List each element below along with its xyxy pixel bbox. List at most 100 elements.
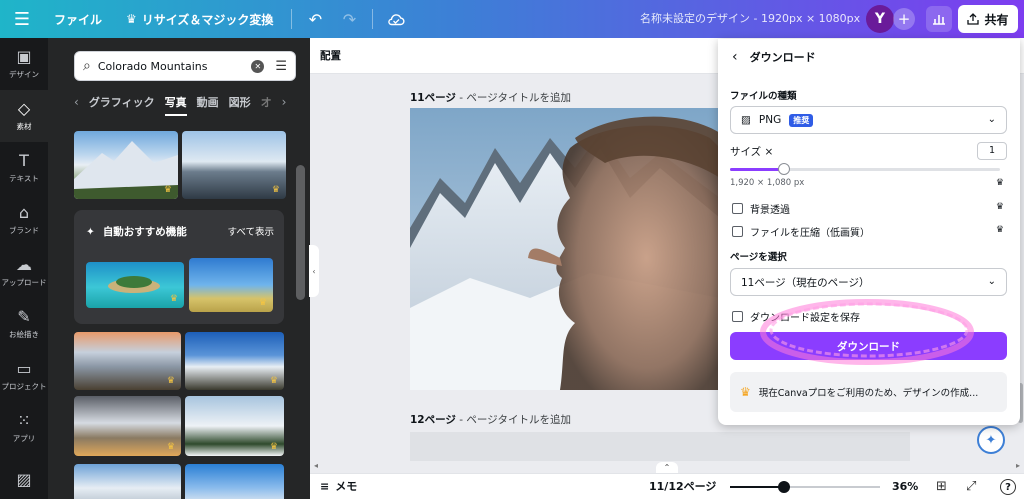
rail-item-design[interactable]: ▣ デザイン xyxy=(0,38,48,90)
photo-thumbnail[interactable]: ♛ xyxy=(189,258,273,312)
page-title[interactable]: 11ページ - ページタイトルを追加 xyxy=(410,90,571,105)
size-slider-fill xyxy=(730,168,784,171)
chevron-up-icon[interactable]: ⌃ xyxy=(656,462,678,473)
share-button[interactable]: 共有 xyxy=(958,5,1018,33)
photo-thumbnail[interactable]: ♛ xyxy=(185,396,284,456)
avatar[interactable]: Y xyxy=(866,5,894,33)
tab-videos[interactable]: 動画 xyxy=(197,94,219,110)
panel-scrollbar[interactable] xyxy=(296,165,305,300)
rail-item-upload[interactable]: ☁ アップロード xyxy=(0,246,48,298)
rail-item-projects[interactable]: ▭ プロジェクト xyxy=(0,350,48,402)
save-settings-option[interactable]: ダウンロード設定を保存 xyxy=(732,309,860,324)
position-button[interactable]: 配置 xyxy=(320,38,341,74)
crown-icon: ♛ xyxy=(269,442,278,452)
transparent-bg-option[interactable]: 背景透過 xyxy=(732,201,790,216)
draw-icon: ✎ xyxy=(17,306,31,326)
pages-select[interactable]: 11ページ（現在のページ） ⌄ xyxy=(730,268,1007,296)
grid-view-icon[interactable]: ⊞ xyxy=(936,474,947,499)
hamburger-icon[interactable]: ☰ xyxy=(0,0,44,38)
crown-icon: ♛ xyxy=(271,185,280,195)
insights-chart-icon[interactable] xyxy=(926,6,952,32)
search-input[interactable] xyxy=(97,59,245,73)
help-icon[interactable]: ? xyxy=(1000,479,1016,495)
search-bar[interactable]: ⌕ ✕ ☰ xyxy=(74,51,296,81)
filter-icon[interactable]: ☰ xyxy=(275,59,287,74)
design-page[interactable] xyxy=(410,432,910,461)
chevron-left-icon[interactable]: ‹ xyxy=(74,95,79,109)
file-type-select[interactable]: ▨ PNG 推奨 ⌄ xyxy=(730,106,1007,134)
zoom-slider-handle[interactable] xyxy=(778,481,790,493)
notes-button[interactable]: ≡ メモ xyxy=(320,474,357,499)
zoom-slider[interactable] xyxy=(730,481,880,493)
tab-shapes[interactable]: 図形 xyxy=(229,94,251,110)
chevron-right-icon[interactable]: › xyxy=(282,95,287,109)
undo-icon[interactable]: ↶ xyxy=(298,0,332,38)
rail-item-draw[interactable]: ✎ お絵描き xyxy=(0,298,48,350)
fullscreen-icon[interactable]: ⤢ xyxy=(966,474,976,499)
notes-icon: ≡ xyxy=(320,480,330,493)
cloud-save-icon[interactable] xyxy=(379,0,413,38)
upload-icon: ☁ xyxy=(16,254,32,274)
download-header: ‹ ダウンロード xyxy=(732,49,816,65)
pro-notice[interactable]: ♛ 現在Canvaプロをご利用のため、デザインの作成... xyxy=(730,372,1007,412)
scroll-right-icon[interactable]: ▸ xyxy=(1016,461,1020,470)
rail-item-apps[interactable]: ⁙ アプリ xyxy=(0,402,48,454)
tab-graphics[interactable]: グラフィック xyxy=(89,94,155,110)
photo-thumbnail[interactable] xyxy=(74,464,181,499)
compress-checkbox[interactable] xyxy=(732,226,743,237)
crown-icon: ♛ xyxy=(995,202,1004,212)
file-menu-button[interactable]: ファイル xyxy=(44,0,114,38)
double-exposure-image xyxy=(410,108,720,390)
download-button[interactable]: ダウンロード xyxy=(730,332,1007,360)
image-icon: ▨ xyxy=(16,470,32,489)
image-icon: ▨ xyxy=(741,114,751,126)
download-panel: ‹ ダウンロード ファイルの種類 ▨ PNG 推奨 ⌄ サイズ × 1 1,92… xyxy=(718,39,1020,425)
zoom-level[interactable]: 36% xyxy=(892,474,918,499)
redo-icon[interactable]: ↷ xyxy=(332,0,366,38)
crown-icon: ♛ xyxy=(166,442,175,452)
see-all-link[interactable]: すべて表示 xyxy=(228,224,274,238)
rail-item-brand[interactable]: ⌂ ブランド xyxy=(0,194,48,246)
photo-thumbnail[interactable]: ♛ xyxy=(86,262,184,308)
crown-icon: ♛ xyxy=(169,294,178,304)
crown-icon: ♛ xyxy=(126,12,137,26)
transparent-bg-checkbox[interactable] xyxy=(732,203,743,214)
page-title[interactable]: 12ページ - ページタイトルを追加 xyxy=(410,412,571,427)
rail-label: アプリ xyxy=(12,433,36,443)
save-settings-checkbox[interactable] xyxy=(732,311,743,322)
crown-icon: ♛ xyxy=(995,225,1004,235)
bottom-bar: ≡ メモ 11/12ページ 36% ⊞ ⤢ ? xyxy=(310,473,1024,499)
rail-label: プロジェクト xyxy=(1,381,47,391)
tab-photos[interactable]: 写真 xyxy=(164,94,187,116)
rail-item-text[interactable]: T テキスト xyxy=(0,142,48,194)
photo-thumbnail[interactable]: ♛ xyxy=(185,332,284,390)
magic-assistant-button[interactable]: ✦ xyxy=(977,426,1005,454)
photo-thumbnail[interactable]: ♛ xyxy=(74,396,181,456)
rail-item-photos[interactable]: ▨ xyxy=(0,454,48,499)
clear-icon[interactable]: ✕ xyxy=(251,59,265,73)
photo-thumbnail[interactable]: ♛ xyxy=(74,131,178,199)
document-title[interactable]: 名称未設定のデザイン - 1920px × 1080px xyxy=(640,0,860,38)
add-collaborator-icon[interactable]: + xyxy=(893,8,915,30)
divider xyxy=(291,9,293,29)
share-label: 共有 xyxy=(984,12,1009,27)
folder-icon: ▭ xyxy=(16,358,32,378)
collapse-panel-button[interactable]: ‹ xyxy=(309,245,319,297)
size-input[interactable]: 1 xyxy=(977,142,1007,160)
divider xyxy=(372,9,374,29)
resize-magic-button[interactable]: ♛ リサイズ＆マジック変換 xyxy=(114,0,285,38)
photo-thumbnail[interactable]: ♛ xyxy=(74,332,181,390)
compress-option[interactable]: ファイルを圧縮（低画質） xyxy=(732,224,870,239)
size-slider[interactable] xyxy=(730,163,1000,175)
crown-icon: ♛ xyxy=(166,376,175,386)
back-chevron-icon[interactable]: ‹ xyxy=(732,49,738,65)
tab-more[interactable]: オ xyxy=(261,94,272,110)
size-slider-handle[interactable] xyxy=(778,163,790,175)
photo-thumbnail[interactable]: ♛ xyxy=(182,131,286,199)
scroll-left-icon[interactable]: ◂ xyxy=(314,461,318,470)
rail-item-elements[interactable]: ◇ 素材 xyxy=(0,90,48,142)
rail-label: テキスト xyxy=(9,173,39,183)
design-page[interactable] xyxy=(410,108,720,390)
photo-thumbnail[interactable] xyxy=(185,464,284,499)
page-indicator[interactable]: 11/12ページ xyxy=(649,474,716,499)
